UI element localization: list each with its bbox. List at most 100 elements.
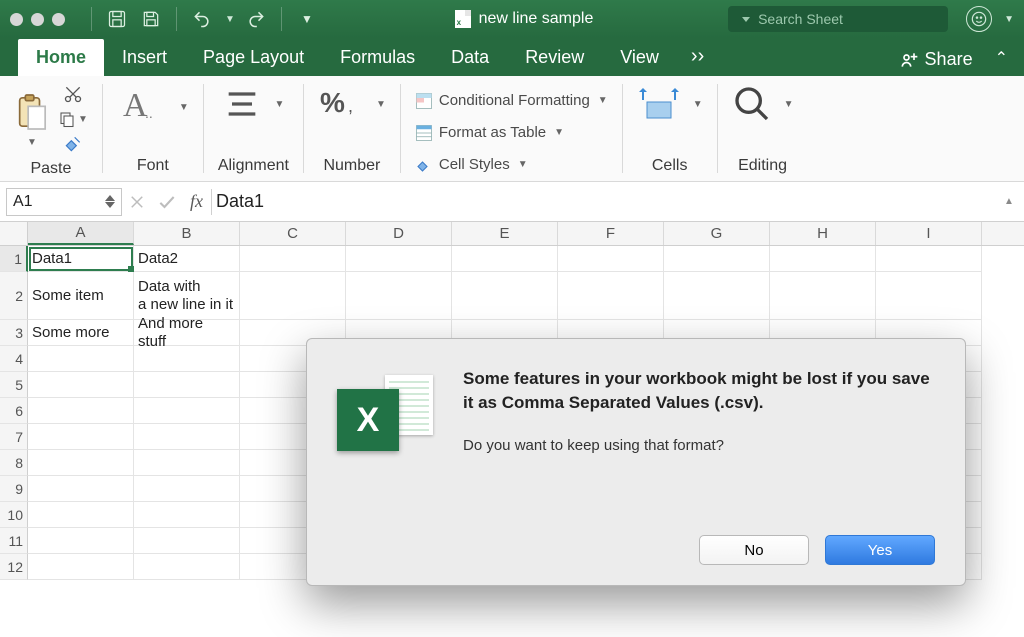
- cell-E1[interactable]: [452, 246, 558, 272]
- name-box[interactable]: A1: [6, 188, 122, 216]
- formula-input[interactable]: Data1: [212, 191, 1004, 212]
- row-header-3[interactable]: 3: [0, 320, 28, 346]
- column-header-C[interactable]: C: [240, 222, 346, 245]
- row-header-7[interactable]: 7: [0, 424, 28, 450]
- cell-C2[interactable]: [240, 272, 346, 320]
- autosave-icon[interactable]: [104, 6, 130, 32]
- column-header-I[interactable]: I: [876, 222, 982, 245]
- cell-B3[interactable]: And more stuff: [134, 320, 240, 346]
- row-header-9[interactable]: 9: [0, 476, 28, 502]
- row-header-5[interactable]: 5: [0, 372, 28, 398]
- dialog-yes-button[interactable]: Yes: [825, 535, 935, 565]
- column-header-D[interactable]: D: [346, 222, 452, 245]
- cell-G1[interactable]: [664, 246, 770, 272]
- cell-D1[interactable]: [346, 246, 452, 272]
- tab-formulas[interactable]: Formulas: [322, 39, 433, 76]
- cell-A3[interactable]: Some more: [28, 320, 134, 346]
- tab-review[interactable]: Review: [507, 39, 602, 76]
- row-header-4[interactable]: 4: [0, 346, 28, 372]
- row-header-6[interactable]: 6: [0, 398, 28, 424]
- tab-view[interactable]: View: [602, 39, 677, 76]
- close-window-button[interactable]: [10, 13, 23, 26]
- redo-icon[interactable]: [243, 6, 269, 32]
- cell-A12[interactable]: [28, 554, 134, 580]
- cell-A2[interactable]: Some item: [28, 272, 134, 320]
- cell-B2[interactable]: Data with a new line in it: [134, 272, 240, 320]
- column-header-B[interactable]: B: [134, 222, 240, 245]
- column-header-F[interactable]: F: [558, 222, 664, 245]
- alignment-group-button[interactable]: ▼: [222, 84, 284, 124]
- search-scope-caret[interactable]: [742, 17, 750, 22]
- copy-button[interactable]: ▼: [58, 110, 88, 128]
- enter-formula-icon[interactable]: [152, 192, 182, 212]
- undo-icon[interactable]: [189, 6, 215, 32]
- minimize-window-button[interactable]: [31, 13, 44, 26]
- cell-B4[interactable]: [134, 346, 240, 372]
- column-header-A[interactable]: A: [28, 222, 134, 245]
- row-header-8[interactable]: 8: [0, 450, 28, 476]
- cells-group-button[interactable]: ▼: [637, 84, 703, 124]
- row-header-10[interactable]: 10: [0, 502, 28, 528]
- format-painter-button[interactable]: [63, 134, 83, 154]
- cell-I2[interactable]: [876, 272, 982, 320]
- share-button[interactable]: Share: [887, 43, 985, 76]
- row-header-11[interactable]: 11: [0, 528, 28, 554]
- cell-F1[interactable]: [558, 246, 664, 272]
- cell-B11[interactable]: [134, 528, 240, 554]
- save-icon[interactable]: [138, 6, 164, 32]
- feedback-smiley-icon[interactable]: [966, 6, 992, 32]
- cell-A8[interactable]: [28, 450, 134, 476]
- column-header-H[interactable]: H: [770, 222, 876, 245]
- cell-E2[interactable]: [452, 272, 558, 320]
- conditional-formatting-button[interactable]: Conditional Formatting▼: [415, 88, 608, 114]
- cell-B10[interactable]: [134, 502, 240, 528]
- row-header-1[interactable]: 1: [0, 246, 28, 272]
- tabs-overflow-icon[interactable]: ››: [677, 37, 718, 76]
- insert-function-icon[interactable]: fx: [182, 191, 211, 212]
- dialog-no-button[interactable]: No: [699, 535, 809, 565]
- cell-A11[interactable]: [28, 528, 134, 554]
- cell-B1[interactable]: Data2: [134, 246, 240, 272]
- cell-H2[interactable]: [770, 272, 876, 320]
- row-header-2[interactable]: 2: [0, 272, 28, 320]
- cell-C1[interactable]: [240, 246, 346, 272]
- expand-formula-bar-icon[interactable]: ▲: [1004, 196, 1024, 207]
- tab-page-layout[interactable]: Page Layout: [185, 39, 322, 76]
- tab-insert[interactable]: Insert: [104, 39, 185, 76]
- number-group-button[interactable]: %, ▼: [318, 84, 386, 124]
- column-header-E[interactable]: E: [452, 222, 558, 245]
- tab-home[interactable]: Home: [18, 39, 104, 76]
- cell-A7[interactable]: [28, 424, 134, 450]
- collapse-ribbon-icon[interactable]: ⌃: [985, 40, 1018, 76]
- search-sheet-field[interactable]: [728, 6, 948, 32]
- cell-A5[interactable]: [28, 372, 134, 398]
- cell-B7[interactable]: [134, 424, 240, 450]
- format-as-table-button[interactable]: Format as Table▼: [415, 120, 608, 146]
- editing-group-button[interactable]: ▼: [732, 84, 794, 124]
- cell-styles-button[interactable]: Cell Styles▼: [415, 152, 608, 178]
- select-all-corner[interactable]: [0, 222, 28, 245]
- cell-H1[interactable]: [770, 246, 876, 272]
- tab-data[interactable]: Data: [433, 39, 507, 76]
- search-input[interactable]: [756, 10, 941, 28]
- qat-customize-icon[interactable]: ▼: [294, 6, 320, 32]
- cell-A4[interactable]: [28, 346, 134, 372]
- cell-A1[interactable]: Data1: [28, 246, 134, 272]
- cell-G2[interactable]: [664, 272, 770, 320]
- cell-A6[interactable]: [28, 398, 134, 424]
- name-box-stepper[interactable]: [105, 195, 115, 208]
- paste-button[interactable]: ▼: [14, 91, 48, 148]
- row-header-12[interactable]: 12: [0, 554, 28, 580]
- font-group-button[interactable]: A.. ▼: [117, 84, 189, 130]
- cell-B9[interactable]: [134, 476, 240, 502]
- zoom-window-button[interactable]: [52, 13, 65, 26]
- cell-A9[interactable]: [28, 476, 134, 502]
- cell-B5[interactable]: [134, 372, 240, 398]
- cell-D2[interactable]: [346, 272, 452, 320]
- cell-B12[interactable]: [134, 554, 240, 580]
- cut-button[interactable]: [63, 84, 83, 104]
- cancel-formula-icon[interactable]: [122, 193, 152, 211]
- cell-I1[interactable]: [876, 246, 982, 272]
- cell-F2[interactable]: [558, 272, 664, 320]
- cell-A10[interactable]: [28, 502, 134, 528]
